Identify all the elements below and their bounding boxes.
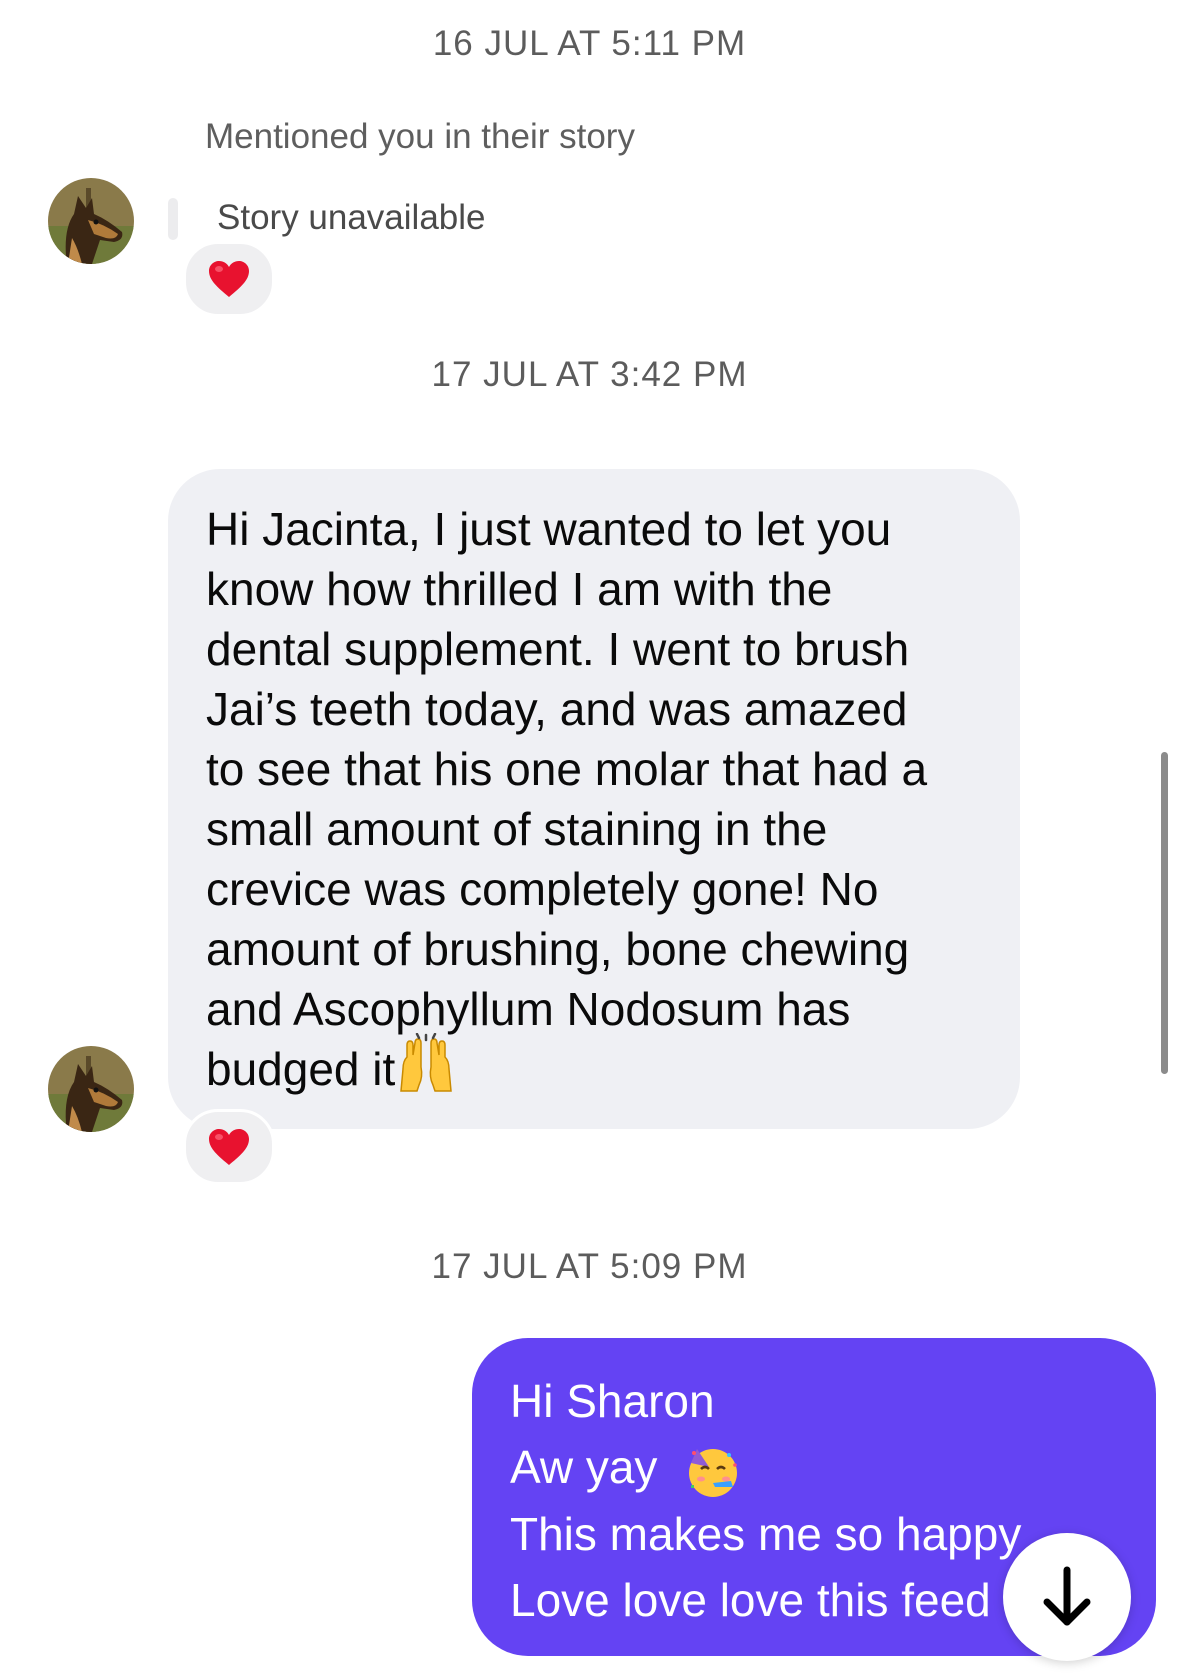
message-line: Hi Sharon — [510, 1375, 715, 1427]
partying-face-icon — [689, 1448, 737, 1497]
message-text: Hi Jacinta, I just wanted to let you kno… — [206, 503, 928, 1095]
timestamp: 17 JUL AT 5:09 PM — [431, 1247, 748, 1286]
incoming-message-bubble[interactable]: Hi Jacinta, I just wanted to let you kno… — [168, 469, 1020, 1129]
story-status-text[interactable]: Story unavailable — [217, 198, 486, 238]
dog-avatar-image — [48, 1046, 134, 1132]
story-reply-bar — [168, 198, 178, 240]
message-line: Aw yay — [510, 1441, 658, 1493]
timestamp: 17 JUL AT 3:42 PM — [431, 355, 748, 394]
message-line-with-emoji: Aw yay — [510, 1434, 1118, 1501]
story-mention-label: Mentioned you in their story — [205, 117, 635, 156]
avatar[interactable] — [48, 178, 134, 264]
heart-icon — [209, 261, 249, 297]
heart-icon — [209, 1129, 249, 1165]
scrollbar[interactable] — [1161, 752, 1168, 1074]
avatar[interactable] — [48, 1046, 134, 1132]
scroll-to-bottom-button[interactable] — [1003, 1533, 1131, 1661]
arrow-down-icon — [1043, 1566, 1091, 1626]
reaction-badge[interactable] — [183, 241, 275, 317]
raising-hands-icon — [400, 1032, 453, 1092]
reaction-badge[interactable] — [183, 1109, 275, 1185]
timestamp: 16 JUL AT 5:11 PM — [432, 24, 747, 63]
dog-avatar-image — [48, 178, 134, 264]
